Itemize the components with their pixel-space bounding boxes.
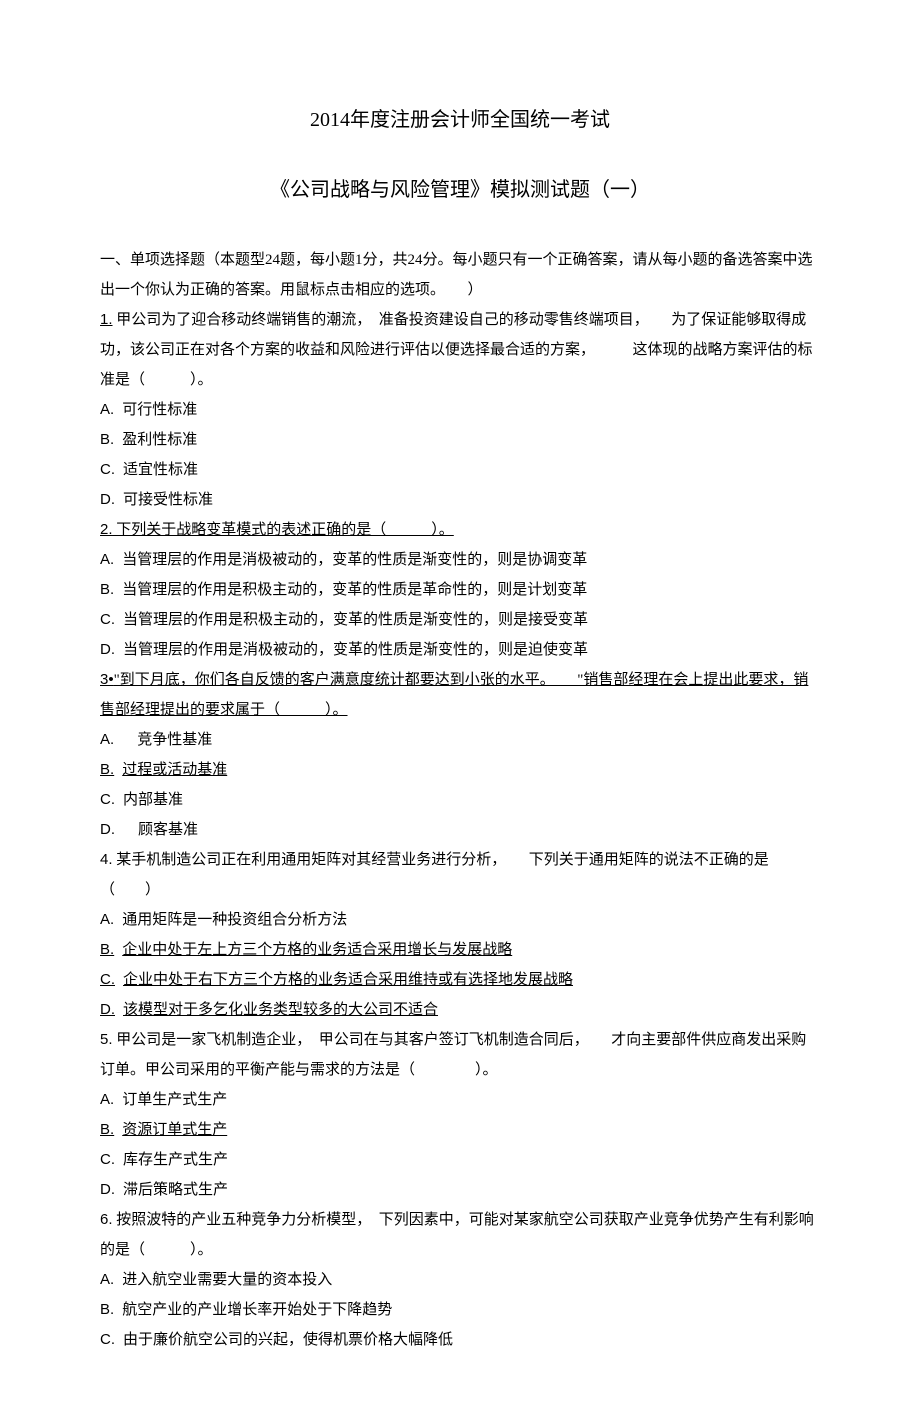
q2-option-a: A.当管理层的作用是消极被动的，变革的性质是渐变性的，则是协调变革 <box>100 545 820 575</box>
q6-option-a: A.进入航空业需要大量的资本投入 <box>100 1265 820 1295</box>
q5-number: 5. <box>100 1031 113 1048</box>
exam-title-line2: 《公司战略与风险管理》模拟测试题（一） <box>100 170 820 210</box>
q2-option-d: D.当管理层的作用是消极被动的，变革的性质是渐变性的，则是迫使变革 <box>100 635 820 665</box>
q4-option-a: A.通用矩阵是一种投资组合分析方法 <box>100 905 820 935</box>
q2-stem: 下列关于战略变革模式的表述正确的是（ ）。 <box>113 522 454 538</box>
question-1: 1. 甲公司为了迎合移动终端销售的潮流， 准备投资建设自己的移动零售终端项目， … <box>100 305 820 515</box>
q4-option-b: B.企业中处于左上方三个方格的业务适合采用增长与发展战略 <box>100 935 820 965</box>
question-2: 2. 下列关于战略变革模式的表述正确的是（ ）。 A.当管理层的作用是消极被动的… <box>100 515 820 665</box>
question-3: 3•"到下月底，你们各自反馈的客户满意度统计都要达到小张的水平。 "销售部经理在… <box>100 665 820 845</box>
q1-option-b: B.盈利性标准 <box>100 425 820 455</box>
q4-option-d: D.该模型对于多乞化业务类型较多的大公司不适合 <box>100 995 820 1025</box>
q3-option-d: D. 顾客基准 <box>100 815 820 845</box>
q2-option-c: C.当管理层的作用是积极主动的，变革的性质是渐变性的，则是接受变革 <box>100 605 820 635</box>
q5-option-d: D.滞后策略式生产 <box>100 1175 820 1205</box>
section-header: 一、单项选择题（本题型24题，每小题1分，共24分。每小题只有一个正确答案，请从… <box>100 245 820 305</box>
q6-option-b: B.航空产业的产业增长率开始处于下降趋势 <box>100 1295 820 1325</box>
q3-option-a: A. 竞争性基准 <box>100 725 820 755</box>
q3-number: 3• <box>100 671 114 688</box>
q1-stem: 甲公司为了迎合移动终端销售的潮流， 准备投资建设自己的移动零售终端项目， 为了保… <box>100 312 813 388</box>
q5-option-a: A.订单生产式生产 <box>100 1085 820 1115</box>
q6-stem: 按照波特的产业五种竞争力分析模型， 下列因素中，可能对某家航空公司获取产业竞争优… <box>100 1212 814 1258</box>
q3-option-c: C.内部基准 <box>100 785 820 815</box>
question-6: 6. 按照波特的产业五种竞争力分析模型， 下列因素中，可能对某家航空公司获取产业… <box>100 1205 820 1355</box>
q4-number: 4. <box>100 851 113 868</box>
q2-number: 2. <box>100 521 113 538</box>
question-5: 5. 甲公司是一家飞机制造企业， 甲公司在与其客户签订飞机制造合同后， 才向主要… <box>100 1025 820 1205</box>
q1-option-d: D.可接受性标准 <box>100 485 820 515</box>
q6-option-c: C.由于廉价航空公司的兴起，使得机票价格大幅降低 <box>100 1325 820 1355</box>
q3-option-b: B.过程或活动基准 <box>100 755 820 785</box>
q4-stem: 某手机制造公司正在利用通用矩阵对其经营业务进行分析， 下列关于通用矩阵的说法不正… <box>100 852 769 898</box>
q2-option-b: B.当管理层的作用是积极主动的，变革的性质是革命性的，则是计划变革 <box>100 575 820 605</box>
q5-option-c: C.库存生产式生产 <box>100 1145 820 1175</box>
q6-number: 6. <box>100 1211 113 1228</box>
question-4: 4. 某手机制造公司正在利用通用矩阵对其经营业务进行分析， 下列关于通用矩阵的说… <box>100 845 820 1025</box>
q3-stem: "到下月底，你们各自反馈的客户满意度统计都要达到小张的水平。 "销售部经理在会上… <box>100 672 808 718</box>
q1-option-c: C.适宜性标准 <box>100 455 820 485</box>
q1-option-a: A.可行性标准 <box>100 395 820 425</box>
q5-option-b: B.资源订单式生产 <box>100 1115 820 1145</box>
q4-option-c: C.企业中处于右下方三个方格的业务适合采用维持或有选择地发展战略 <box>100 965 820 995</box>
q1-number: 1. <box>100 311 113 328</box>
exam-title-line1: 2014年度注册会计师全国统一考试 <box>100 100 820 140</box>
q5-stem: 甲公司是一家飞机制造企业， 甲公司在与其客户签订飞机制造合同后， 才向主要部件供… <box>100 1032 806 1078</box>
